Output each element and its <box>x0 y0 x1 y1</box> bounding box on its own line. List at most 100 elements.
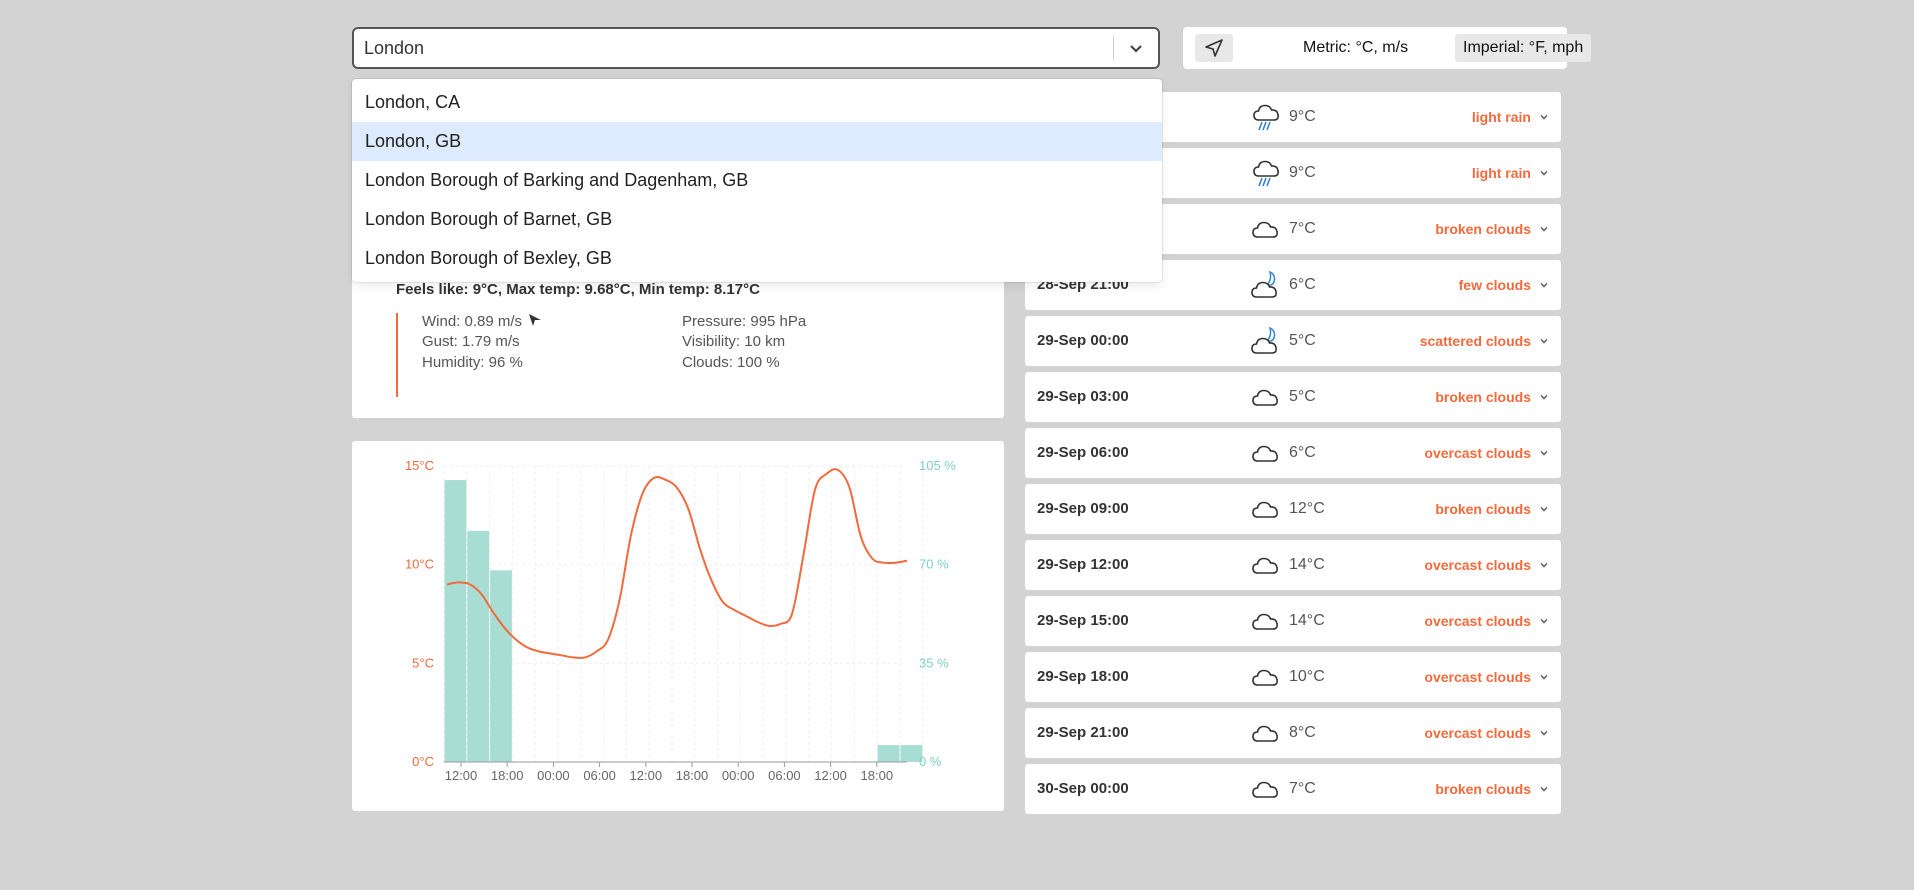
feels-like-summary: Feels like: 9°C, Max temp: 9.68°C, Min t… <box>396 281 760 298</box>
cloud-icon <box>1252 613 1278 630</box>
metric-units-button[interactable]: Metric: °C, m/s <box>1295 34 1417 62</box>
cloud-icon <box>1252 557 1278 574</box>
forecast-temp: 9°C <box>1289 108 1316 125</box>
forecast-row[interactable]: 29-Sep 06:00 6°C overcast clouds <box>1025 428 1561 478</box>
moon-cloud-icon <box>1251 326 1277 354</box>
x-tick-label: 12:00 <box>630 768 663 783</box>
forecast-row[interactable]: 29-Sep 09:00 12°C broken clouds <box>1025 484 1561 534</box>
chevron-down-icon[interactable] <box>1539 392 1549 402</box>
forecast-description: overcast clouds <box>1424 557 1531 573</box>
forecast-time: 29-Sep 09:00 <box>1037 500 1129 517</box>
wind-direction-icon <box>529 314 542 326</box>
imperial-units-button[interactable]: Imperial: °F, mph <box>1455 34 1592 62</box>
chevron-down-icon[interactable] <box>1539 336 1549 346</box>
forecast-description: overcast clouds <box>1424 669 1531 685</box>
chevron-down-icon[interactable] <box>1539 784 1549 794</box>
forecast-row[interactable]: 30-Sep 00:00 7°C broken clouds <box>1025 764 1561 814</box>
chevron-down-icon[interactable] <box>1539 560 1549 570</box>
rain-cloud-icon <box>1253 160 1279 187</box>
chevron-down-icon[interactable] <box>1539 728 1549 738</box>
forecast-temp: 10°C <box>1289 668 1325 685</box>
location-arrow-icon <box>1205 39 1223 57</box>
forecast-time: 30-Sep 00:00 <box>1037 780 1129 797</box>
y-right-tick-label: 70 % <box>919 557 949 572</box>
wind-value: Wind: 0.89 m/s <box>422 313 523 330</box>
x-tick-label: 18:00 <box>676 768 709 783</box>
y-left-tick-label: 15°C <box>405 458 434 473</box>
y-left-tick-label: 0°C <box>412 754 434 769</box>
y-right-tick-label: 35 % <box>919 655 949 670</box>
y-left-tick-label: 5°C <box>412 655 434 670</box>
chevron-down-icon[interactable] <box>1114 29 1158 67</box>
chevron-down-icon[interactable] <box>1539 280 1549 290</box>
forecast-row[interactable]: 29-Sep 12:00 14°C overcast clouds <box>1025 540 1561 590</box>
forecast-description: overcast clouds <box>1424 445 1531 461</box>
x-tick-label: 18:00 <box>861 768 894 783</box>
forecast-row[interactable]: 29-Sep 21:00 8°C overcast clouds <box>1025 708 1561 758</box>
x-tick-label: 18:00 <box>491 768 524 783</box>
chevron-down-icon[interactable] <box>1539 448 1549 458</box>
wind-row: Wind: 0.89 m/s <box>422 313 542 330</box>
forecast-description: few clouds <box>1458 277 1531 293</box>
gust-value: Gust: 1.79 m/s <box>422 333 520 350</box>
forecast-row[interactable]: 29-Sep 00:00 5°C scattered clouds <box>1025 316 1561 366</box>
forecast-time: 29-Sep 21:00 <box>1037 724 1129 741</box>
clouds-value: Clouds: 100 % <box>682 354 780 371</box>
rain-cloud-icon <box>1253 104 1279 131</box>
city-search-input[interactable] <box>354 36 1113 60</box>
forecast-description: overcast clouds <box>1424 613 1531 629</box>
forecast-time: 29-Sep 06:00 <box>1037 444 1129 461</box>
forecast-chart-panel: 12:00 18:00 00:00 06:00 12:00 18:00 00:00 06:00… <box>352 441 1004 811</box>
cloud-icon <box>1252 725 1278 742</box>
forecast-description: broken clouds <box>1435 389 1531 405</box>
location-button[interactable] <box>1195 34 1233 62</box>
pressure-value: Pressure: 995 hPa <box>682 313 807 330</box>
moon-cloud-icon <box>1251 270 1277 298</box>
forecast-description: light rain <box>1471 165 1531 181</box>
precip-bar <box>444 480 467 762</box>
forecast-temp: 12°C <box>1289 500 1325 517</box>
forecast-temp: 9°C <box>1289 164 1316 181</box>
units-toolbar: Metric: °C, m/s Imperial: °F, mph <box>1183 27 1592 69</box>
forecast-row[interactable]: 29-Sep 18:00 10°C overcast clouds <box>1025 652 1561 702</box>
forecast-description: broken clouds <box>1435 781 1531 797</box>
chevron-down-icon[interactable] <box>1539 672 1549 682</box>
forecast-temp: 6°C <box>1289 276 1316 293</box>
cloud-icon <box>1252 501 1278 518</box>
forecast-temp: 8°C <box>1289 724 1316 741</box>
city-option[interactable]: London Borough of Barnet, GB <box>352 200 1162 239</box>
chevron-down-icon[interactable] <box>1539 504 1549 514</box>
forecast-time: 29-Sep 18:00 <box>1037 668 1129 685</box>
forecast-description: light rain <box>1471 109 1531 125</box>
temperature-line <box>446 468 908 659</box>
chevron-down-icon[interactable] <box>1539 112 1549 122</box>
city-option[interactable]: London, GB <box>352 122 1162 161</box>
humidity-value: Humidity: 96 % <box>422 354 523 371</box>
city-option[interactable]: London Borough of Bexley, GB <box>352 239 1162 278</box>
forecast-row[interactable]: 29-Sep 15:00 14°C overcast clouds <box>1025 596 1561 646</box>
x-tick-label: 12:00 <box>814 768 847 783</box>
forecast-temp: 5°C <box>1289 332 1316 349</box>
forecast-row[interactable]: 29-Sep 03:00 5°C broken clouds <box>1025 372 1561 422</box>
forecast-time: 29-Sep 12:00 <box>1037 556 1129 573</box>
x-tick-label: 06:00 <box>768 768 801 783</box>
cloud-icon <box>1252 445 1278 462</box>
forecast-temp: 7°C <box>1289 780 1316 797</box>
chevron-down-icon[interactable] <box>1539 168 1549 178</box>
cloud-icon <box>1252 781 1278 798</box>
forecast-time: 29-Sep 03:00 <box>1037 388 1129 405</box>
chevron-down-icon[interactable] <box>1539 616 1549 626</box>
cloud-icon <box>1252 389 1278 406</box>
precip-bar <box>490 570 512 762</box>
city-option[interactable]: London Borough of Barking and Dagenham, … <box>352 161 1162 200</box>
x-tick-label: 00:00 <box>722 768 755 783</box>
chevron-down-icon[interactable] <box>1539 224 1549 234</box>
forecast-description: overcast clouds <box>1424 725 1531 741</box>
city-option[interactable]: London, CA <box>352 83 1162 122</box>
city-options-menu: London, CA London, GB London Borough of Ba… <box>352 79 1162 282</box>
forecast-time: 29-Sep 15:00 <box>1037 612 1129 629</box>
city-search-select[interactable] <box>352 27 1160 69</box>
precip-bar <box>877 745 900 762</box>
precip-bar <box>467 530 490 762</box>
forecast-temp: 6°C <box>1289 444 1316 461</box>
